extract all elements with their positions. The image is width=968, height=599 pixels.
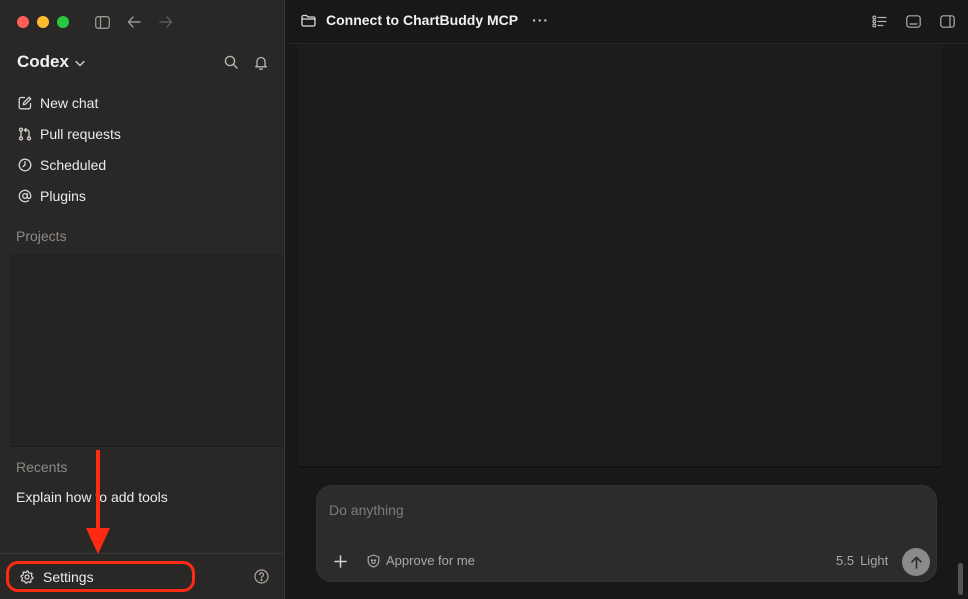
zoom-window-button[interactable] — [57, 16, 69, 28]
forward-arrow-icon[interactable] — [156, 12, 176, 32]
more-options-button[interactable]: ··· — [532, 12, 549, 28]
help-icon[interactable] — [253, 568, 269, 584]
recents-heading: Recents — [16, 459, 68, 475]
search-icon[interactable] — [222, 53, 240, 71]
checklist-icon[interactable] — [871, 13, 888, 30]
terminal-panel-icon[interactable] — [905, 13, 922, 30]
scrollbar[interactable] — [958, 563, 963, 595]
sidebar-toggle-icon[interactable] — [92, 12, 112, 32]
prompt-input[interactable] — [329, 502, 919, 518]
clock-icon — [17, 157, 32, 172]
minimize-window-button[interactable] — [37, 16, 49, 28]
main-panel: Connect to ChartBuddy MCP ··· Approve fo… — [286, 0, 968, 599]
nav-new-chat[interactable]: New chat — [8, 87, 278, 118]
model-selector[interactable]: 5.5 Light — [836, 553, 888, 568]
nav-scheduled[interactable]: Scheduled — [8, 149, 278, 180]
footer-divider — [0, 553, 285, 554]
nav-label: Scheduled — [40, 156, 107, 173]
sidebar-nav: New chat Pull requests Scheduled Plugins — [8, 87, 278, 211]
gear-icon — [19, 569, 34, 584]
sidebar-actions — [222, 53, 270, 71]
composer: Approve for me 5.5 Light — [316, 485, 937, 582]
brand-label: Codex — [17, 52, 69, 71]
window-controls — [17, 16, 69, 28]
thread-title: Connect to ChartBuddy MCP ··· — [300, 12, 549, 28]
chevron-down-icon — [75, 60, 85, 66]
settings-button[interactable]: Settings — [6, 561, 195, 592]
thread-title-text: Connect to ChartBuddy MCP — [326, 12, 519, 28]
nav-pull-requests[interactable]: Pull requests — [8, 118, 278, 149]
send-button[interactable] — [902, 548, 930, 576]
toolbar — [92, 12, 176, 32]
model-mode: Light — [860, 553, 889, 568]
at-sign-icon — [17, 188, 32, 203]
arrow-up-icon — [910, 555, 922, 569]
compose-icon — [17, 95, 32, 110]
projects-heading: Projects — [16, 228, 67, 244]
approval-mode-label: Approve for me — [386, 553, 475, 568]
header-actions — [871, 13, 956, 30]
sidebar: Codex New chat Pull requests Scheduled P… — [0, 0, 285, 599]
workspace-switcher[interactable]: Codex — [17, 52, 85, 72]
projects-list — [10, 254, 284, 447]
close-window-button[interactable] — [17, 16, 29, 28]
annotation-arrow-icon — [86, 450, 110, 554]
folder-icon — [300, 12, 316, 28]
back-arrow-icon[interactable] — [124, 12, 144, 32]
shield-icon — [366, 553, 380, 568]
approval-mode-selector[interactable]: Approve for me — [366, 553, 475, 568]
nav-label: New chat — [40, 94, 99, 111]
nav-plugins[interactable]: Plugins — [8, 180, 278, 211]
nav-label: Plugins — [40, 187, 86, 204]
side-panel-icon[interactable] — [939, 13, 956, 30]
conversation-area — [298, 44, 942, 468]
thread-header: Connect to ChartBuddy MCP ··· — [286, 0, 968, 44]
settings-label: Settings — [43, 568, 94, 585]
add-attachment-button[interactable] — [331, 552, 349, 570]
nav-label: Pull requests — [40, 125, 121, 142]
model-version: 5.5 — [836, 553, 855, 568]
pull-request-icon — [17, 126, 32, 141]
bell-icon[interactable] — [252, 53, 270, 71]
